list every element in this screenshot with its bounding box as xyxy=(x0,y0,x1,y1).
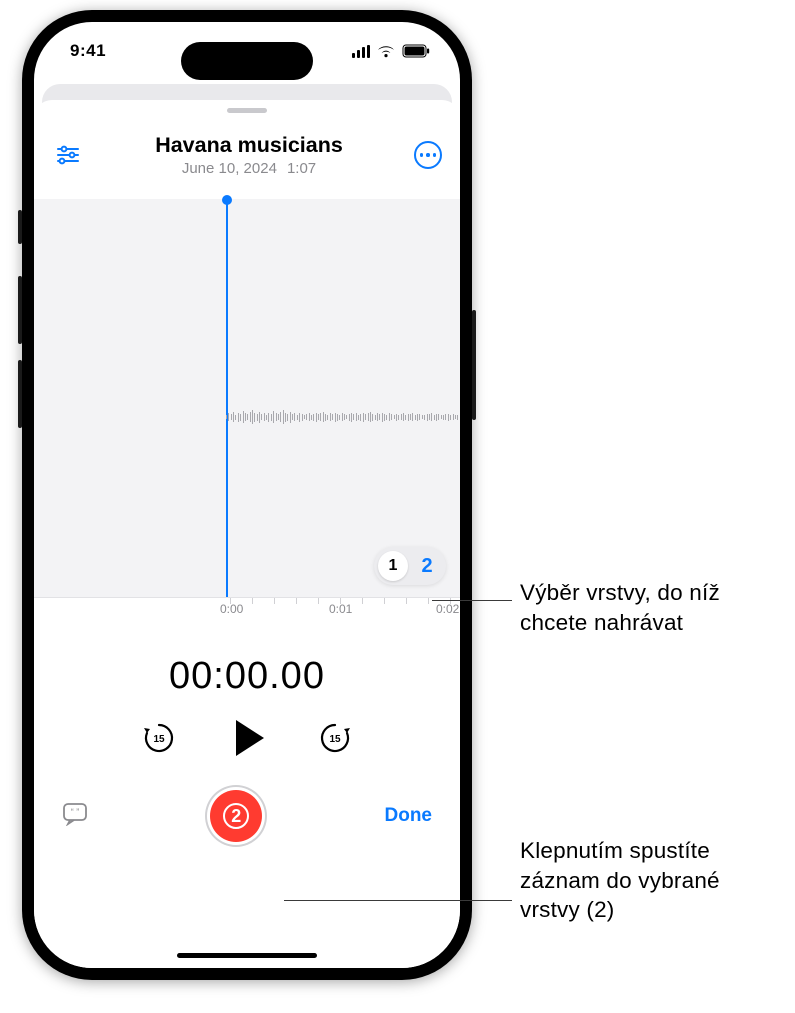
done-button[interactable]: Done xyxy=(385,805,433,827)
callout-layer-select: Výběr vrstvy, do níž chcete nahrávat xyxy=(520,578,780,637)
side-button-silence xyxy=(18,210,22,244)
more-options-button[interactable] xyxy=(414,141,442,169)
status-time: 9:41 xyxy=(70,41,106,61)
wifi-icon xyxy=(377,44,395,58)
svg-text:15: 15 xyxy=(153,734,165,745)
ruler-tick: 0:02 xyxy=(436,602,459,616)
battery-icon xyxy=(402,44,430,58)
callout-leader-line xyxy=(284,900,512,901)
layer-option-1[interactable]: 1 xyxy=(378,551,408,581)
iphone-frame: 9:41 Havana xyxy=(22,10,472,980)
transport-controls: 15 15 xyxy=(34,720,460,756)
svg-text:“ ”: “ ” xyxy=(71,807,80,817)
time-ruler[interactable]: 0:00 0:01 0:02 xyxy=(34,597,460,629)
skip-forward-15-button[interactable]: 15 xyxy=(318,721,352,755)
layer-selector[interactable]: 1 2 xyxy=(374,547,446,585)
play-button[interactable] xyxy=(236,720,264,756)
timer-display: 00:00.00 xyxy=(34,655,460,698)
recording-sheet: Havana musicians June 10, 2024 1:07 1 2 xyxy=(34,100,460,968)
callout-record-into-layer: Klepnutím spustíte záznam do vybrané vrs… xyxy=(520,836,780,925)
playback-settings-button[interactable] xyxy=(52,139,84,171)
svg-text:15: 15 xyxy=(329,734,341,745)
record-layer-badge: 2 xyxy=(223,803,249,829)
side-button-power xyxy=(472,310,476,420)
bottom-bar: “ ” 2 Done xyxy=(34,790,460,842)
recording-header: Havana musicians June 10, 2024 1:07 xyxy=(34,113,460,183)
ruler-tick: 0:00 xyxy=(220,602,243,616)
waveform-area[interactable]: 1 2 0:00 0:01 0:02 xyxy=(34,199,460,629)
cellular-icon xyxy=(352,45,370,58)
recording-date: June 10, 2024 xyxy=(182,160,277,177)
skip-back-15-button[interactable]: 15 xyxy=(142,721,176,755)
side-button-volume-down xyxy=(18,360,22,428)
transcript-button[interactable]: “ ” xyxy=(62,802,88,831)
callout-leader-line xyxy=(432,600,512,601)
ruler-tick: 0:01 xyxy=(329,602,352,616)
recording-title[interactable]: Havana musicians xyxy=(84,133,414,158)
screen: 9:41 Havana xyxy=(34,22,460,968)
side-button-volume-up xyxy=(18,276,22,344)
record-button[interactable]: 2 xyxy=(210,790,262,842)
recording-subtitle: June 10, 2024 1:07 xyxy=(84,160,414,177)
home-indicator[interactable] xyxy=(177,953,317,958)
ellipsis-icon xyxy=(420,153,437,157)
recording-duration: 1:07 xyxy=(287,160,316,177)
layer-option-2[interactable]: 2 xyxy=(412,551,442,581)
dynamic-island xyxy=(181,42,313,80)
waveform xyxy=(226,397,460,437)
